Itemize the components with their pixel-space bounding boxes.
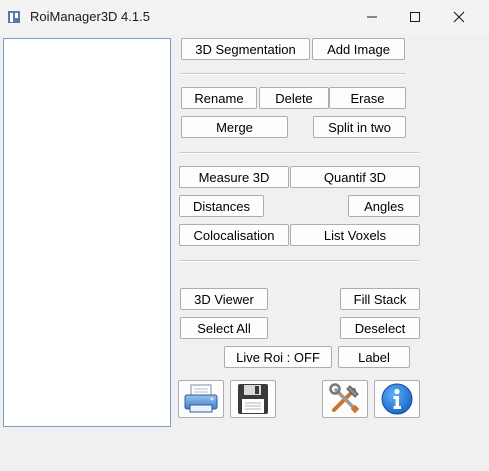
select-all-button[interactable]: Select All [180, 317, 268, 339]
tools-icon [329, 383, 360, 414]
label-button[interactable]: Label [338, 346, 410, 368]
add-image-button[interactable]: Add Image [312, 38, 405, 60]
distances-button[interactable]: Distances [179, 195, 264, 217]
info-icon [381, 383, 413, 415]
window-title: RoiManager3D 4.1.5 [30, 9, 150, 24]
close-button[interactable] [437, 0, 481, 34]
angles-button[interactable]: Angles [348, 195, 420, 217]
about-button[interactable] [374, 380, 420, 418]
3d-segmentation-button[interactable]: 3D Segmentation [181, 38, 310, 60]
delete-button[interactable]: Delete [259, 87, 329, 109]
settings-button[interactable] [322, 380, 368, 418]
separator [181, 73, 406, 75]
minimize-button[interactable] [350, 0, 394, 34]
quantif-3d-button[interactable]: Quantif 3D [290, 166, 420, 188]
measure-3d-button[interactable]: Measure 3D [179, 166, 289, 188]
separator [179, 152, 420, 154]
save-button[interactable] [230, 380, 276, 418]
maximize-icon [410, 12, 420, 22]
roi-manager-window: RoiManager3D 4.1.5 3D Segmentation Add I… [0, 0, 489, 471]
colocalisation-button[interactable]: Colocalisation [179, 224, 289, 246]
erase-button[interactable]: Erase [329, 87, 406, 109]
minimize-icon [367, 16, 377, 18]
close-icon [453, 11, 465, 23]
3d-viewer-button[interactable]: 3D Viewer [180, 288, 268, 310]
floppy-disk-icon [238, 384, 268, 414]
maximize-button[interactable] [393, 0, 437, 34]
title-bar[interactable]: RoiManager3D 4.1.5 [0, 0, 489, 34]
deselect-button[interactable]: Deselect [340, 317, 420, 339]
live-roi-toggle[interactable]: Live Roi : OFF [224, 346, 332, 368]
load-button[interactable] [178, 380, 224, 418]
separator [179, 260, 420, 262]
merge-button[interactable]: Merge [181, 116, 288, 138]
fill-stack-button[interactable]: Fill Stack [340, 288, 420, 310]
roi-manager-icon [7, 10, 21, 24]
roi-list[interactable] [3, 38, 171, 427]
rename-button[interactable]: Rename [181, 87, 257, 109]
split-in-two-button[interactable]: Split in two [313, 116, 406, 138]
list-voxels-button[interactable]: List Voxels [290, 224, 420, 246]
printer-icon [184, 384, 218, 413]
